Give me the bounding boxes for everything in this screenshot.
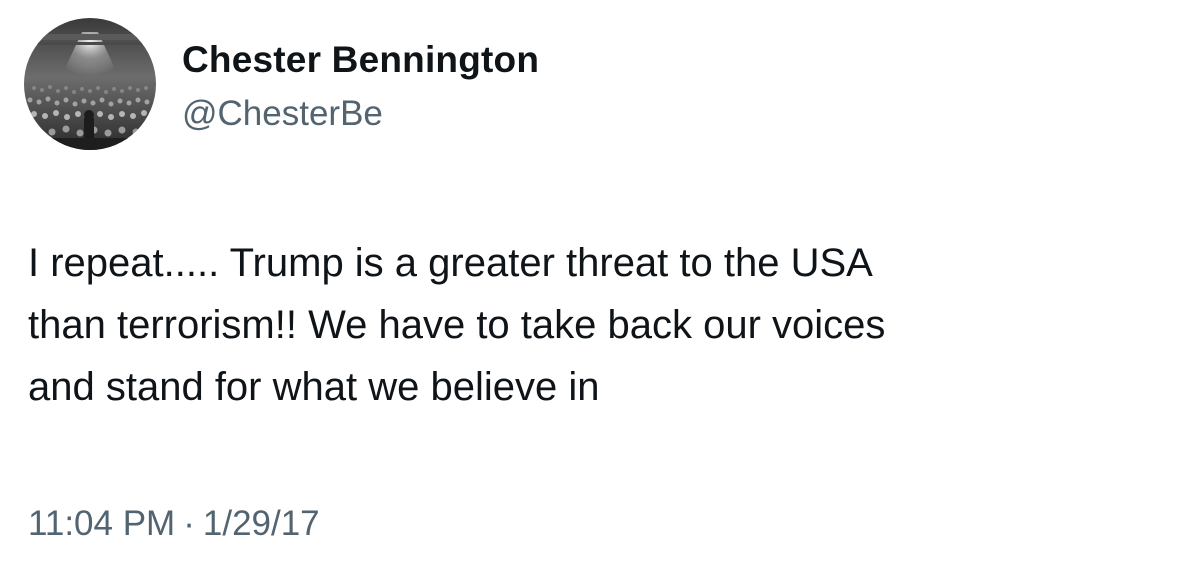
avatar[interactable] [24, 18, 156, 150]
meta-separator: · [183, 504, 195, 543]
display-name[interactable]: Chester Bennington [182, 38, 539, 82]
tweet-timestamp[interactable]: 11:04 PM · 1/29/17 [28, 502, 320, 546]
tweet-header: Chester Bennington @ChesterBe [24, 18, 539, 150]
author-info: Chester Bennington @ChesterBe [182, 38, 539, 136]
concert-crowd-avatar-icon [24, 18, 156, 150]
user-handle[interactable]: @ChesterBe [182, 92, 539, 136]
tweet-date: 1/29/17 [202, 504, 320, 543]
tweet-text: I repeat..... Trump is a greater threat … [28, 241, 886, 409]
tweet-time: 11:04 PM [28, 504, 176, 543]
tweet-card: Chester Bennington @ChesterBe I repeat..… [0, 0, 1200, 576]
